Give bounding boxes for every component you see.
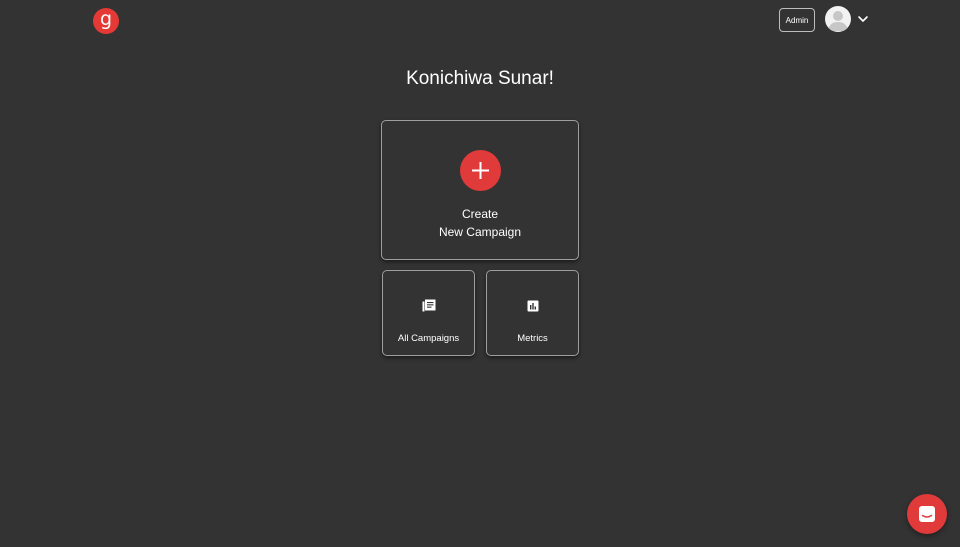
create-label-line2: New Campaign [438, 225, 522, 239]
user-avatar-icon[interactable] [825, 6, 851, 32]
metrics-label: Metrics [517, 333, 548, 344]
chat-button[interactable] [907, 494, 947, 534]
all-campaigns-label: All Campaigns [397, 333, 460, 344]
all-campaigns-card[interactable]: All Campaigns [382, 270, 475, 356]
admin-button[interactable]: Admin [779, 8, 815, 32]
create-campaign-card[interactable]: Create New Campaign [381, 120, 579, 260]
bar-chart-icon [526, 299, 540, 313]
campaigns-list-icon [422, 299, 436, 313]
page: g Admin Konichiwa Sunar! Create New Camp… [0, 0, 960, 547]
create-campaign-label: Create New Campaign [382, 205, 578, 241]
create-label-line1: Create [461, 207, 499, 221]
metrics-card[interactable]: Metrics [486, 270, 579, 356]
chat-icon [919, 506, 935, 522]
brand-logo[interactable]: g [93, 8, 119, 34]
chevron-down-icon[interactable] [856, 12, 870, 26]
greeting-heading: Konichiwa Sunar! [406, 68, 554, 89]
admin-label: Admin [785, 15, 809, 25]
plus-icon [460, 150, 501, 191]
logo-letter: g [99, 8, 113, 30]
